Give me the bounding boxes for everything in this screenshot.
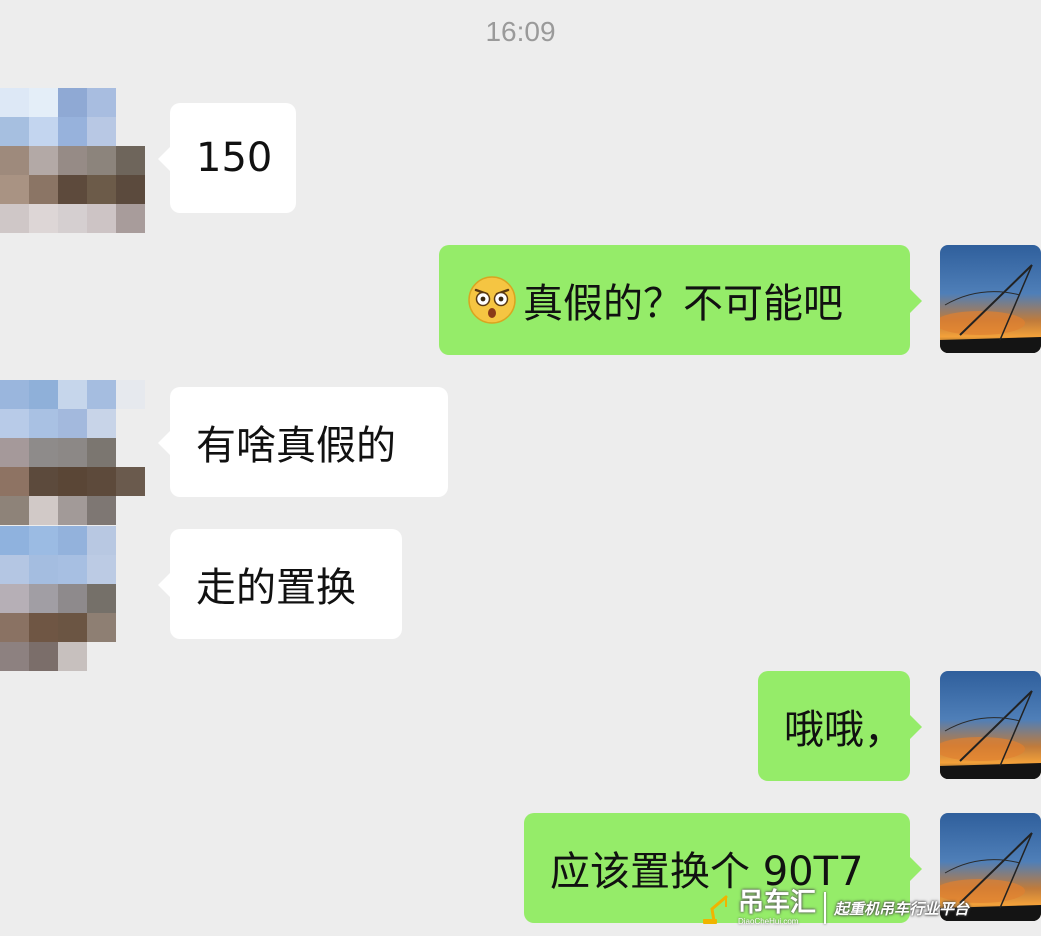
message-text: 走的置换 [196, 565, 356, 611]
watermark: 吊车汇 DiaoCheHui.com 起重机吊车行业平台 [700, 885, 1000, 931]
message-text: 真假的？不可能吧 [523, 281, 843, 327]
message-bubble-incoming[interactable]: 150 [158, 103, 296, 213]
sunset-crane-photo-icon [940, 245, 1041, 353]
watermark-divider [824, 892, 827, 924]
message-bubble-incoming[interactable]: 走的置换 [158, 529, 402, 639]
crane-logo-icon [703, 895, 728, 924]
message-text: 150 [196, 135, 273, 181]
shocked-face-emoji-icon [468, 276, 516, 324]
message-text: 有啥真假的 [196, 423, 396, 469]
sunset-crane-photo-icon [940, 671, 1041, 779]
contact-avatar-pixelated[interactable] [0, 526, 165, 673]
contact-avatar-pixelated[interactable] [0, 380, 165, 526]
watermark-domain: DiaoCheHui.com [738, 917, 799, 926]
contact-avatar-pixelated[interactable] [0, 88, 165, 234]
my-avatar[interactable] [940, 245, 1041, 353]
watermark-name: 吊车汇 [738, 888, 817, 918]
chat-timestamp: 16:09 [485, 16, 556, 47]
message-bubble-outgoing[interactable]: 哦哦， [758, 671, 922, 781]
message-bubble-incoming[interactable]: 有啥真假的 [158, 387, 448, 497]
message-bubble-outgoing[interactable]: 真假的？不可能吧 [439, 245, 922, 355]
watermark-brand: 吊车汇 DiaoCheHui.com [738, 890, 816, 926]
message-text: 哦哦， [784, 707, 904, 753]
my-avatar[interactable] [940, 671, 1041, 779]
watermark-slogan: 起重机吊车行业平台 [834, 899, 970, 918]
